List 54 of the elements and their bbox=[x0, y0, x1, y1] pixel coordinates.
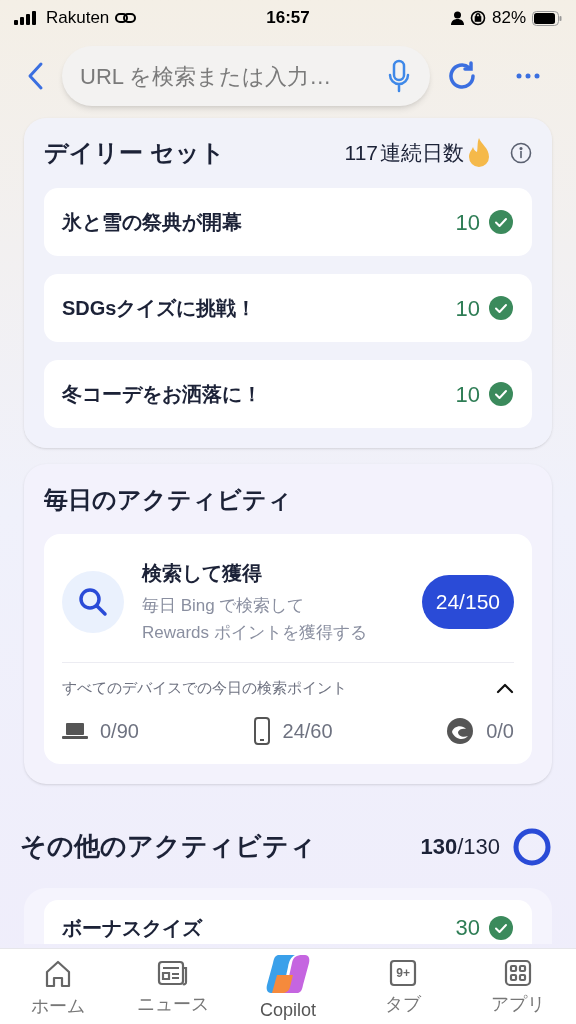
progress-badge: 24/150 bbox=[421, 575, 514, 629]
points-value: 30 bbox=[455, 914, 480, 942]
section-title: その他のアクティビティ bbox=[20, 830, 317, 863]
tab-count: 9+ bbox=[395, 965, 412, 982]
address-placeholder: URL を検索または入力… bbox=[80, 62, 333, 91]
task-title: ボーナスクイズ bbox=[62, 915, 204, 941]
streak-count: 117 bbox=[344, 140, 378, 167]
apps-grid-icon bbox=[504, 959, 533, 987]
section-title: デイリー セット bbox=[44, 138, 226, 168]
more-icon[interactable] bbox=[516, 72, 540, 80]
points-value: 10 bbox=[455, 208, 480, 237]
carrier-name: Rakuten bbox=[46, 7, 110, 30]
task-card[interactable]: 冬コーデをお洒落に！ 10 bbox=[44, 360, 532, 428]
device-points: 0/0 bbox=[486, 718, 514, 744]
device-points: 0/90 bbox=[100, 718, 139, 744]
activity-description: 毎日 Bing で検索して Rewards ポイントを獲得する bbox=[142, 595, 368, 644]
search-activity-card[interactable]: 検索して獲得 毎日 Bing で検索して Rewards ポイントを獲得する 24/150 すべてのデバイスでの今日の検索ポイント 0/90 24/60 0/0 bbox=[44, 534, 532, 764]
browser-logo-icon bbox=[446, 716, 475, 745]
section-title: 毎日のアクティビティ bbox=[44, 485, 293, 515]
task-card[interactable]: ボーナスクイズ 30 bbox=[44, 899, 532, 944]
nav-tab[interactable]: Copilot bbox=[230, 951, 346, 1024]
nav-tab[interactable]: 9+ タブ bbox=[345, 959, 461, 1024]
newspaper-icon bbox=[156, 959, 189, 987]
progress-ring bbox=[512, 826, 552, 867]
task-card[interactable]: SDGsクイズに挑戦！ 10 bbox=[44, 274, 532, 342]
activity-title: 検索して獲得 bbox=[142, 561, 263, 586]
battery-percentage: 82% bbox=[491, 7, 526, 30]
nav-tab[interactable]: ホーム bbox=[0, 959, 116, 1024]
link-icon bbox=[115, 11, 138, 25]
nav-tab[interactable]: ニュース bbox=[115, 959, 231, 1024]
clock-time: 16:57 bbox=[266, 7, 310, 30]
battery-icon bbox=[532, 10, 562, 26]
task-title: SDGsクイズに挑戦！ bbox=[62, 296, 258, 321]
collapse-icon[interactable] bbox=[496, 682, 514, 695]
info-icon[interactable] bbox=[510, 142, 532, 164]
points-value: 10 bbox=[455, 294, 480, 323]
device-points: 24/60 bbox=[282, 718, 333, 744]
laptop-icon bbox=[62, 721, 88, 740]
total-points: /130 bbox=[457, 833, 500, 861]
rotation-lock-icon bbox=[469, 10, 486, 26]
earned-points: 130 bbox=[420, 833, 458, 861]
flame-icon bbox=[466, 137, 492, 169]
points-value: 10 bbox=[455, 380, 480, 409]
streak-label: 連続日数 bbox=[380, 140, 464, 167]
task-title: 氷と雪の祭典が開幕 bbox=[62, 210, 243, 235]
person-icon bbox=[450, 11, 464, 25]
task-card[interactable]: 氷と雪の祭典が開幕 10 bbox=[44, 188, 532, 256]
refresh-icon[interactable] bbox=[446, 60, 478, 92]
breakdown-title: すべてのデバイスでの今日の検索ポイント bbox=[62, 678, 348, 698]
phone-icon bbox=[252, 716, 271, 745]
microphone-icon[interactable] bbox=[388, 59, 410, 93]
nav-tab[interactable]: アプリ bbox=[460, 959, 576, 1024]
task-title: 冬コーデをお洒落に！ bbox=[62, 382, 263, 407]
address-bar[interactable]: URL を検索または入力… bbox=[62, 46, 430, 106]
